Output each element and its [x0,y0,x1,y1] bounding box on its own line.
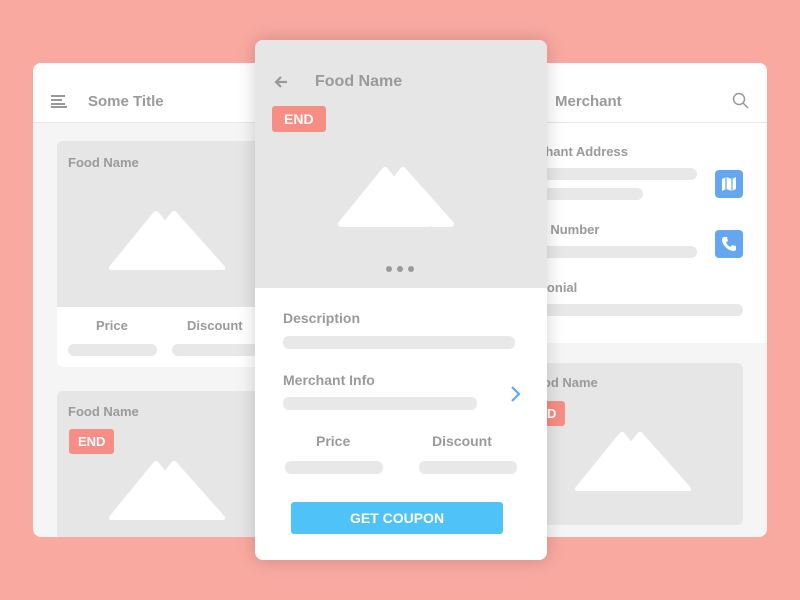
image-placeholder-icon [106,460,226,520]
page-title: Food Name [315,73,403,90]
phone-icon[interactable] [715,230,743,258]
description-label: Description [283,310,361,326]
header: Merchant [510,63,767,123]
menu-icon[interactable] [51,95,67,108]
image-placeholder-icon [335,166,465,230]
food-detail-screen: Food Name END Description Merchant Info … [255,40,547,560]
map-icon[interactable] [715,170,743,198]
image-placeholder-icon [106,210,226,270]
search-icon[interactable] [732,92,750,110]
food-name: Food Name [68,404,139,419]
discount-label: Discount [187,318,243,333]
arrow-left-icon[interactable] [274,75,288,89]
merchant-info-label: Merchant Info [283,372,375,388]
header: Some Title [33,63,283,123]
get-coupon-button[interactable]: GET COUPON [291,502,503,534]
pagination-dots[interactable] [386,266,416,272]
page-title: Merchant [555,93,622,110]
merchant-screen: Merchant Merchant Address Phone Number T… [510,63,767,537]
price-label: Price [316,433,351,449]
price-label: Price [96,318,128,333]
list-screen: Some Title Food Name Price Discount Food… [33,63,283,537]
image-placeholder-icon [572,431,692,491]
page-title: Some Title [88,93,164,110]
end-badge: END [69,429,115,454]
food-name: Food Name [68,155,139,170]
end-badge: END [272,106,326,132]
discount-label: Discount [432,433,492,449]
chevron-right-icon[interactable] [510,385,522,403]
